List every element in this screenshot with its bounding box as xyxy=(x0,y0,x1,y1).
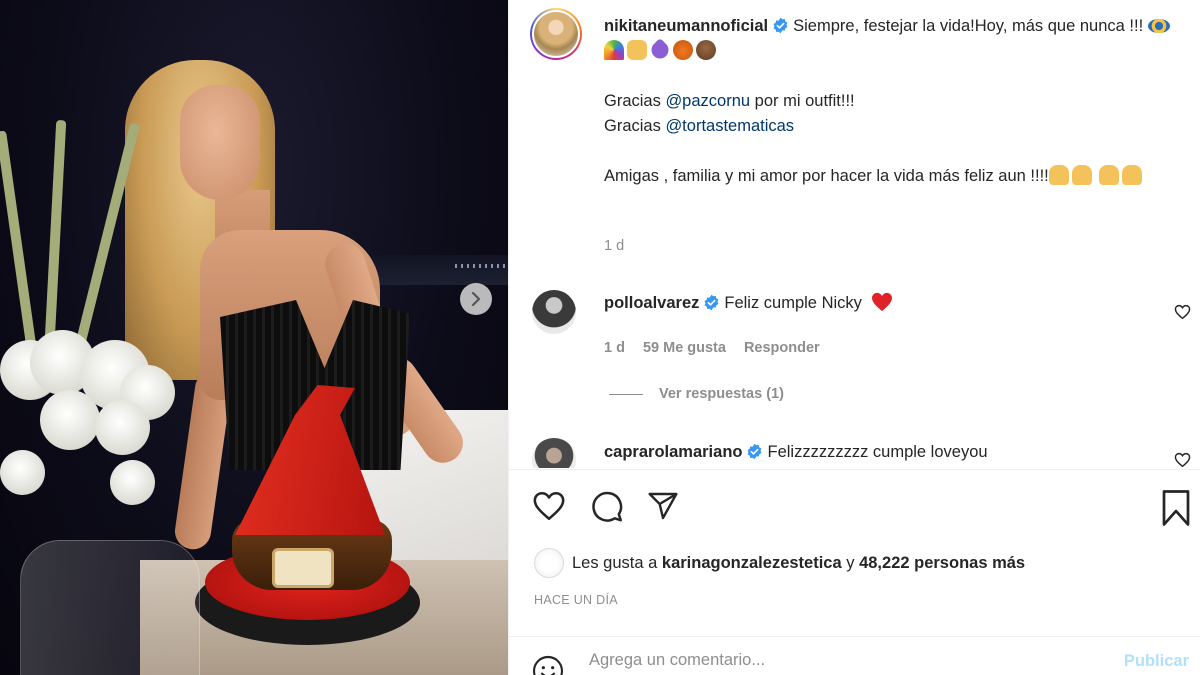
comment-1: polloalvarez Feliz cumple Nicky xyxy=(604,292,1164,313)
publish-button[interactable]: Publicar xyxy=(1124,652,1189,671)
likes-count[interactable]: 48,222 xyxy=(859,554,909,572)
photo-leaf xyxy=(0,130,38,360)
comment-author[interactable]: polloalvarez xyxy=(604,294,699,312)
comment-text: Feliz cumple Nicky xyxy=(724,294,862,312)
author-avatar-image xyxy=(532,10,580,58)
photo-rose xyxy=(110,460,155,505)
comment-time[interactable]: 1 d xyxy=(604,340,625,356)
photo-cake-badge xyxy=(272,548,334,588)
like-comment-heart-icon[interactable] xyxy=(1174,304,1191,320)
comment-input[interactable] xyxy=(589,651,1109,670)
photo-city-lights xyxy=(455,264,505,268)
pray-emoji-icon xyxy=(1048,165,1069,185)
emoji-icon xyxy=(647,37,673,63)
add-comment-bar: Publicar xyxy=(509,636,1200,675)
photo-white-roses xyxy=(0,119,180,560)
emoji-icon xyxy=(1147,19,1170,33)
pray-emoji-icon xyxy=(1122,165,1143,185)
post-side-panel: nikitaneumannoficial Siempre, festejar la… xyxy=(508,0,1200,675)
likes-summary: Les gusta a karinagonzalezestetica y 48,… xyxy=(534,548,1025,578)
emoji-icon xyxy=(696,40,716,60)
comment-icon[interactable] xyxy=(590,490,624,523)
verified-icon xyxy=(773,17,788,34)
pray-emoji-icon xyxy=(1071,165,1092,185)
photo-glass-vase xyxy=(20,540,200,675)
caption-time[interactable]: 1 d xyxy=(604,238,624,254)
comment-1-meta: 1 d 59 Me gusta Responder xyxy=(604,340,820,356)
heart-icon[interactable] xyxy=(532,490,566,522)
emoji-picker-icon[interactable] xyxy=(532,655,564,675)
caption-line-1: Siempre, festejar la vida!Hoy, más que n… xyxy=(793,17,1144,35)
red-heart-emoji-icon xyxy=(871,292,892,312)
photo-rose xyxy=(0,450,45,495)
post-photo[interactable] xyxy=(0,0,508,675)
photo-rose xyxy=(95,400,150,455)
comment-author[interactable]: caprarolamariano xyxy=(604,443,742,461)
likes-prefix: Les gusta a xyxy=(572,553,662,572)
comment-likes[interactable]: 59 Me gusta xyxy=(643,340,726,356)
commenter-avatar[interactable] xyxy=(532,290,576,334)
author-username[interactable]: nikitaneumannoficial xyxy=(604,17,768,35)
mention-link[interactable]: @pazcornu xyxy=(665,92,750,110)
liker-username[interactable]: karinagonzalezestetica xyxy=(662,554,842,572)
share-icon[interactable] xyxy=(646,490,680,522)
post-caption: nikitaneumannoficial Siempre, festejar la… xyxy=(604,14,1184,214)
replies-divider xyxy=(609,393,643,395)
author-avatar[interactable] xyxy=(530,8,582,60)
mention-link[interactable]: @tortastematicas xyxy=(665,117,794,135)
emoji-icon xyxy=(604,40,624,60)
caption-thanks-1-prefix: Gracias xyxy=(604,92,666,110)
like-comment-heart-icon[interactable] xyxy=(1174,452,1191,468)
post-actions xyxy=(509,469,1200,526)
verified-icon xyxy=(704,294,719,311)
view-replies-label: Ver respuestas (1) xyxy=(659,386,784,402)
verified-icon xyxy=(748,443,762,460)
comment-2: caprarolamariano Felizzzzzzzzz cumple lov… xyxy=(604,443,1164,462)
post-time-ago[interactable]: HACE UN DÍA xyxy=(534,593,618,607)
reply-button[interactable]: Responder xyxy=(744,340,820,356)
likes-suffix[interactable]: personas más xyxy=(910,554,1025,572)
chevron-right-icon xyxy=(471,292,481,306)
liker-avatar[interactable] xyxy=(534,548,564,578)
likes-middle: y xyxy=(841,553,860,572)
commenter-avatar[interactable] xyxy=(532,438,576,468)
comments-scroll-area[interactable]: nikitaneumannoficial Siempre, festejar la… xyxy=(509,0,1200,468)
photo-leaf xyxy=(43,119,67,361)
caption-thanks-1-suffix: por mi outfit!!! xyxy=(750,92,855,110)
view-replies-button[interactable]: Ver respuestas (1) xyxy=(609,386,784,402)
emoji-icon xyxy=(627,40,647,60)
bookmark-icon[interactable] xyxy=(1160,490,1192,526)
emoji-icon xyxy=(673,40,693,60)
caption-line-3: Amigas , familia y mi amor por hacer la … xyxy=(604,167,1049,185)
photo-face xyxy=(180,85,260,200)
caption-thanks-2-prefix: Gracias xyxy=(604,117,666,135)
next-photo-button[interactable] xyxy=(460,283,492,315)
pray-emoji-icon xyxy=(1099,165,1120,185)
photo-rose xyxy=(40,390,100,450)
comment-text: Felizzzzzzzzz cumple loveyou xyxy=(767,443,988,461)
